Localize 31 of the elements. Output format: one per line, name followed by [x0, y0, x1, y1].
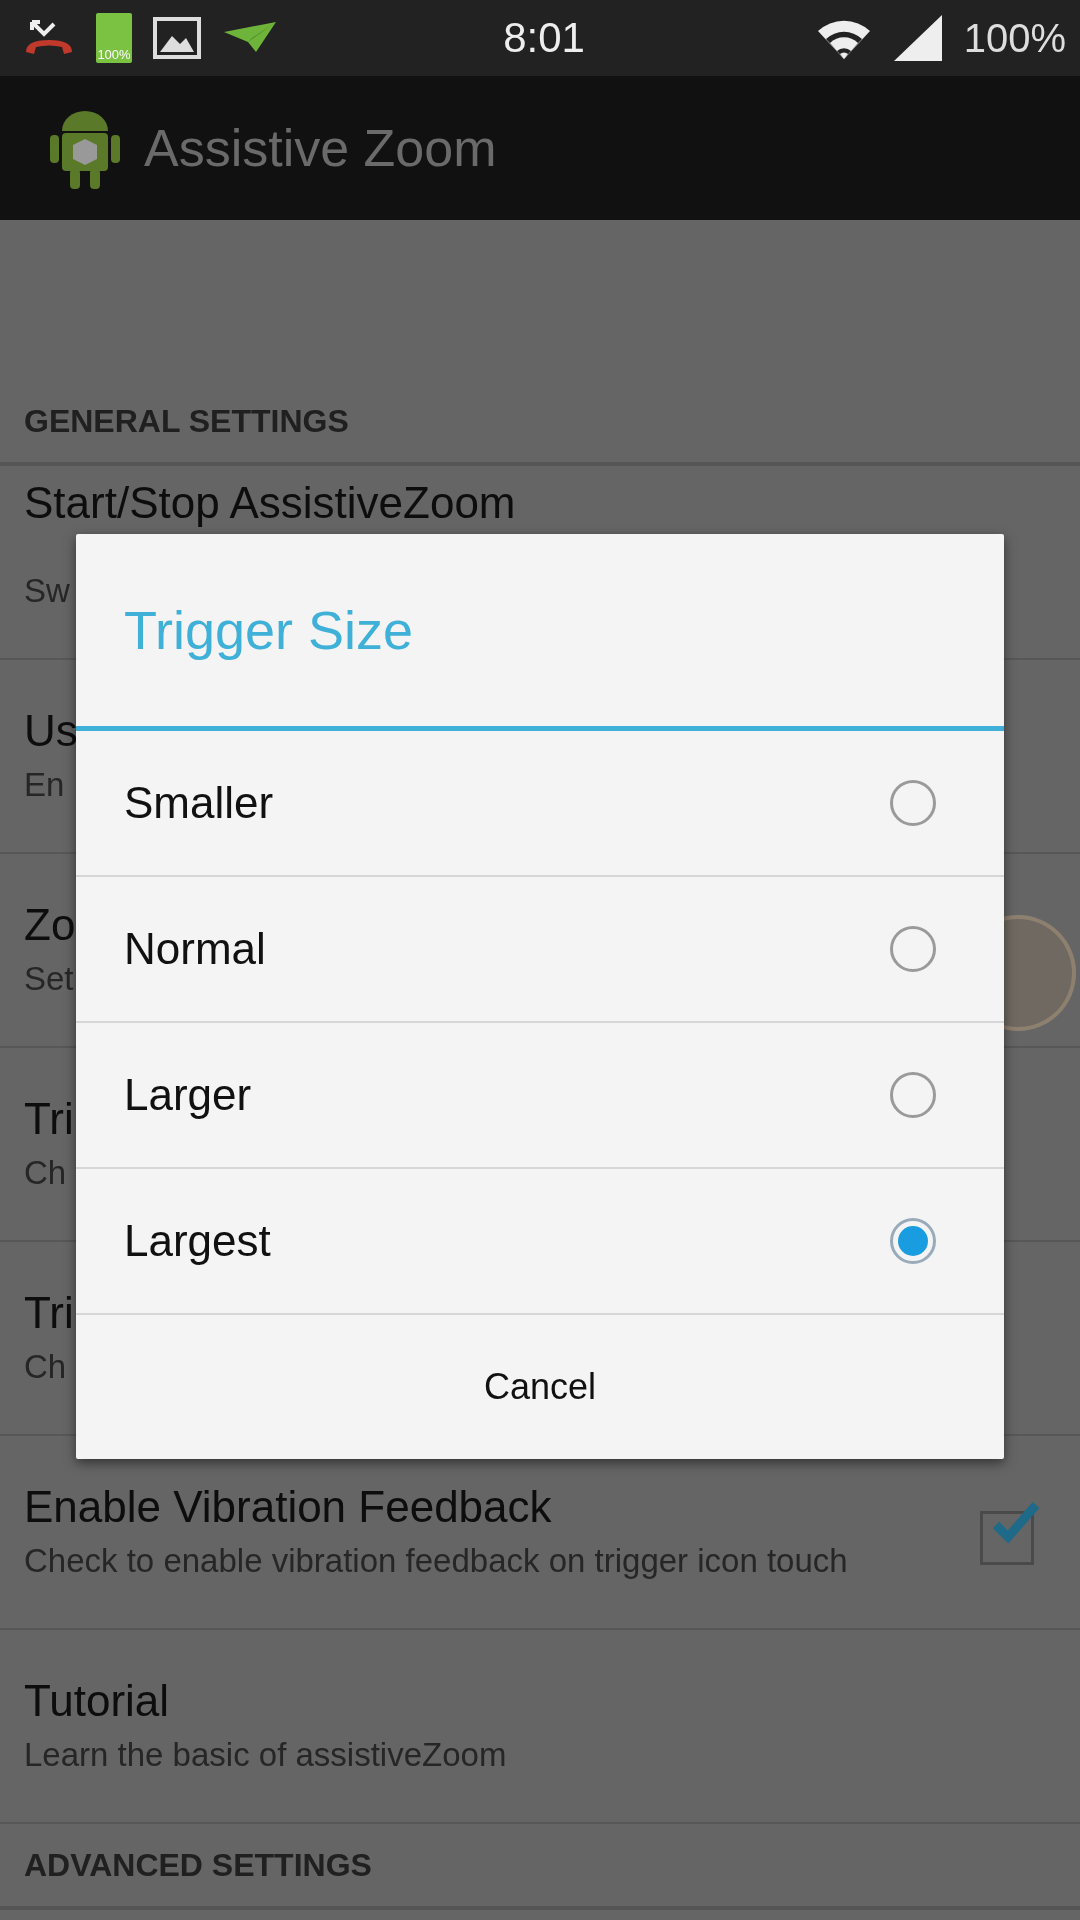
- item-summary: Ch: [24, 1346, 67, 1387]
- battery-label: 100%: [97, 48, 131, 61]
- section-header: GENERAL SETTINGS: [23, 401, 350, 441]
- checkbox[interactable]: [980, 1499, 1042, 1565]
- battery-percent: 100%: [963, 15, 1066, 61]
- item-summary: Learn the basic of assistiveZoom: [24, 1734, 507, 1775]
- radio-option[interactable]: Normal: [76, 877, 1004, 1023]
- radio-option[interactable]: Smaller: [76, 731, 1004, 877]
- item-title: Zo: [24, 899, 76, 950]
- item-summary: Check to enable vibration feedback on trigger icon touch: [24, 1540, 848, 1581]
- item-summary: Ch: [24, 1152, 67, 1193]
- clock: 8:01: [503, 14, 585, 62]
- item-title: Tri: [24, 1287, 74, 1338]
- item-summary: Set: [24, 958, 74, 999]
- radio-option[interactable]: Largest: [76, 1169, 1004, 1315]
- radio-button[interactable]: [890, 1218, 936, 1264]
- item-title: Enable Vibration Feedback: [24, 1481, 552, 1532]
- item-summary: Sw: [24, 571, 70, 611]
- item-title: Us: [24, 705, 78, 756]
- radio-option[interactable]: Larger: [76, 1023, 1004, 1169]
- section-header: ADVANCED SETTINGS: [23, 1845, 373, 1885]
- radio-button[interactable]: [890, 780, 936, 826]
- app-title: Assistive Zoom: [144, 118, 497, 178]
- item-summary: En: [24, 764, 65, 805]
- radio-button[interactable]: [890, 1072, 936, 1118]
- image-icon: [152, 16, 202, 60]
- item-title: Start/Stop AssistiveZoom: [24, 478, 516, 528]
- dialog-title: Trigger Size: [76, 534, 1004, 731]
- item-title: Tri: [24, 1093, 74, 1144]
- item-title: Tutorial: [24, 1675, 170, 1726]
- radio-button[interactable]: [890, 926, 936, 972]
